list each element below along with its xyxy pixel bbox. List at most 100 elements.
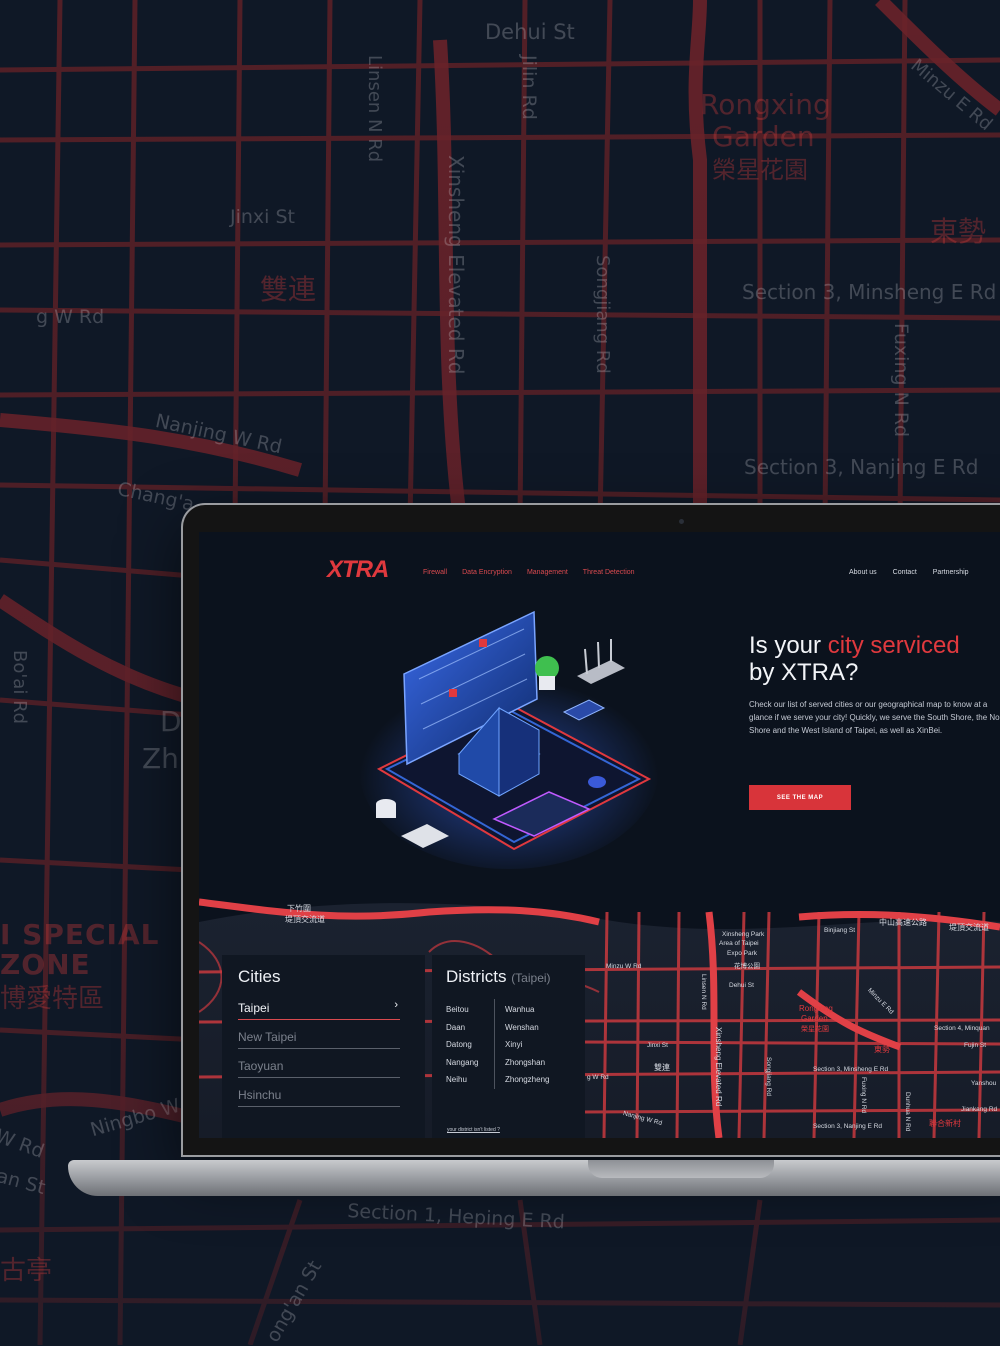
nav-link-about-us[interactable]: About us (849, 569, 877, 576)
districts-column-1: Beitou Daan Datong Nangang Neihu (446, 1005, 478, 1093)
map-label: Fuxing N Rd (860, 1077, 867, 1114)
city-label: New Taipei (238, 1030, 297, 1044)
bg-label: 古亭 (0, 1256, 53, 1286)
city-item-new-taipei[interactable]: New Taipei (238, 1028, 400, 1049)
city-item-hsinchu[interactable]: Hsinchu (238, 1086, 400, 1107)
map-label: 堤頂交流道 (949, 923, 989, 932)
map-label: Dunhua N Rd (904, 1092, 911, 1132)
cities-title: Cities (238, 967, 281, 986)
city-item-taoyuan[interactable]: Taoyuan (238, 1057, 400, 1078)
city-label: Taoyuan (238, 1059, 284, 1073)
bg-label: 雙連 (260, 273, 317, 306)
bg-label: Jilin Rd (518, 55, 540, 120)
map-label: Section 3, Nanjing E Rd (813, 1123, 883, 1130)
city-label: Hsinchu (238, 1088, 282, 1102)
district-item[interactable]: Zhongzheng (505, 1075, 549, 1093)
map-label: Jiankang Rd (961, 1106, 998, 1113)
map-label: Binjiang St (824, 927, 856, 934)
map-label: 東勢 (874, 1045, 890, 1054)
district-not-listed-link[interactable]: your district isn't listed ? (447, 1127, 500, 1133)
map-label: Xinsheng Park (722, 931, 765, 938)
chevron-right-icon: › (394, 999, 398, 1011)
bg-label: Section 3, Nanjing E Rd (744, 455, 979, 479)
map-label: 聯合新村 (929, 1119, 961, 1128)
bg-label: Linsen N Rd (364, 55, 385, 163)
bg-label: I SPECIAL (0, 918, 160, 951)
district-item[interactable]: Daan (446, 1023, 478, 1041)
cities-panel: Cities Taipei › New Taipei Taoyuan Hsinc… (222, 955, 425, 1138)
district-item[interactable]: Beitou (446, 1005, 478, 1023)
nav-link-management[interactable]: Management (527, 569, 568, 576)
nav-link-firewall[interactable]: Firewall (423, 569, 447, 576)
map-label: Linsen N Rd (700, 974, 707, 1010)
bg-label: ZONE (0, 948, 91, 981)
map-label: Expo Park (727, 950, 757, 957)
nav-link-data-encryption[interactable]: Data Encryption (462, 569, 512, 576)
map-label: Minzu W Rd (606, 963, 642, 970)
bg-label: Section 3, Minsheng E Rd (742, 280, 997, 304)
see-the-map-button[interactable]: SEE THE MAP (749, 785, 851, 810)
map-label: 花博公園 (734, 963, 760, 970)
hero-title-line2: by XTRA? (749, 659, 859, 686)
bg-label: 博愛特區 (0, 984, 105, 1014)
map-label: Garden (801, 1014, 828, 1023)
district-item[interactable]: Wenshan (505, 1023, 549, 1041)
camera-icon (679, 519, 684, 524)
nav-link-threat-detection[interactable]: Threat Detection (583, 569, 635, 576)
bg-label: Dehui St (485, 20, 575, 44)
bg-label: Rongxing (700, 88, 831, 121)
bg-label: Garden (712, 120, 815, 153)
map-label: Dehui St (729, 982, 754, 989)
district-item[interactable]: Zhongshan (505, 1058, 549, 1076)
districts-title: Districts (Taipei) (446, 967, 551, 987)
map-label: Yanshou (971, 1080, 997, 1087)
bg-label: Zh (142, 742, 179, 775)
map-label: Section 4, Minquan (934, 1025, 990, 1032)
district-item[interactable]: Nangang (446, 1058, 478, 1076)
map-label: Jinxi St (647, 1042, 668, 1049)
map-label: g W Rd (587, 1074, 609, 1081)
nav-link-partnership[interactable]: Partnership (933, 569, 969, 576)
map-label: Section 3, Minsheng E Rd (813, 1066, 889, 1073)
district-item[interactable]: Xinyi (505, 1040, 549, 1058)
nav-link-contact[interactable]: Contact (893, 569, 917, 576)
districts-column-2: Wanhua Wenshan Xinyi Zhongshan Zhongzhen… (505, 1005, 549, 1093)
map-label: 堤頂交流道 (285, 915, 325, 924)
bg-label: g W Rd (36, 306, 105, 328)
map-label: 榮星花園 (801, 1026, 829, 1033)
districts-divider (494, 999, 495, 1089)
district-item[interactable]: Datong (446, 1040, 478, 1058)
hero-title: Is your city serviced by XTRA? (749, 632, 960, 686)
map-label: Rongxing (799, 1004, 833, 1013)
laptop-notch (588, 1160, 774, 1178)
bg-label: Bo'ai Rd (9, 650, 30, 724)
districts-title-text: Districts (446, 967, 507, 986)
map-label: Xinsheng Elevated Rd (714, 1027, 723, 1107)
hero-title-accent: city serviced (827, 632, 960, 659)
districts-panel: Districts (Taipei) Beitou Daan Datong Na… (432, 955, 585, 1138)
city-label: Taipei (238, 1001, 270, 1015)
secondary-nav: About us Contact Partnership (849, 569, 969, 576)
primary-nav: Firewall Data Encryption Management Thre… (423, 569, 635, 576)
bg-label: Songjiang Rd (592, 255, 613, 374)
map-label: Area of Taipei (719, 940, 759, 947)
hero-description: Check our list of served cities or our g… (749, 700, 1000, 735)
site-logo[interactable]: XTRA (327, 556, 389, 584)
districts-subtitle: (Taipei) (511, 971, 551, 985)
district-item[interactable]: Neihu (446, 1075, 478, 1093)
bg-label: D (160, 705, 182, 738)
district-item[interactable]: Wanhua (505, 1005, 549, 1023)
bg-label: Xinsheng Elevated Rd (444, 155, 468, 375)
map-label: 中山高速公路 (879, 918, 927, 927)
hero-title-pre: Is your (749, 632, 828, 659)
bg-label: 東勢 (930, 215, 987, 248)
map-label: Fujin St (964, 1042, 987, 1049)
bg-label: 榮星花園 (712, 156, 808, 184)
city-item-taipei[interactable]: Taipei › (238, 999, 400, 1020)
bg-label: Jinxi St (230, 206, 295, 228)
laptop-base (68, 1160, 1000, 1196)
laptop-screen: XTRA Firewall Data Encryption Management… (199, 532, 1000, 1138)
map-label: 雙連 (654, 1063, 670, 1072)
bg-label: Fuxing N Rd (890, 323, 912, 438)
map-label: Songjiang Rd (765, 1057, 772, 1097)
